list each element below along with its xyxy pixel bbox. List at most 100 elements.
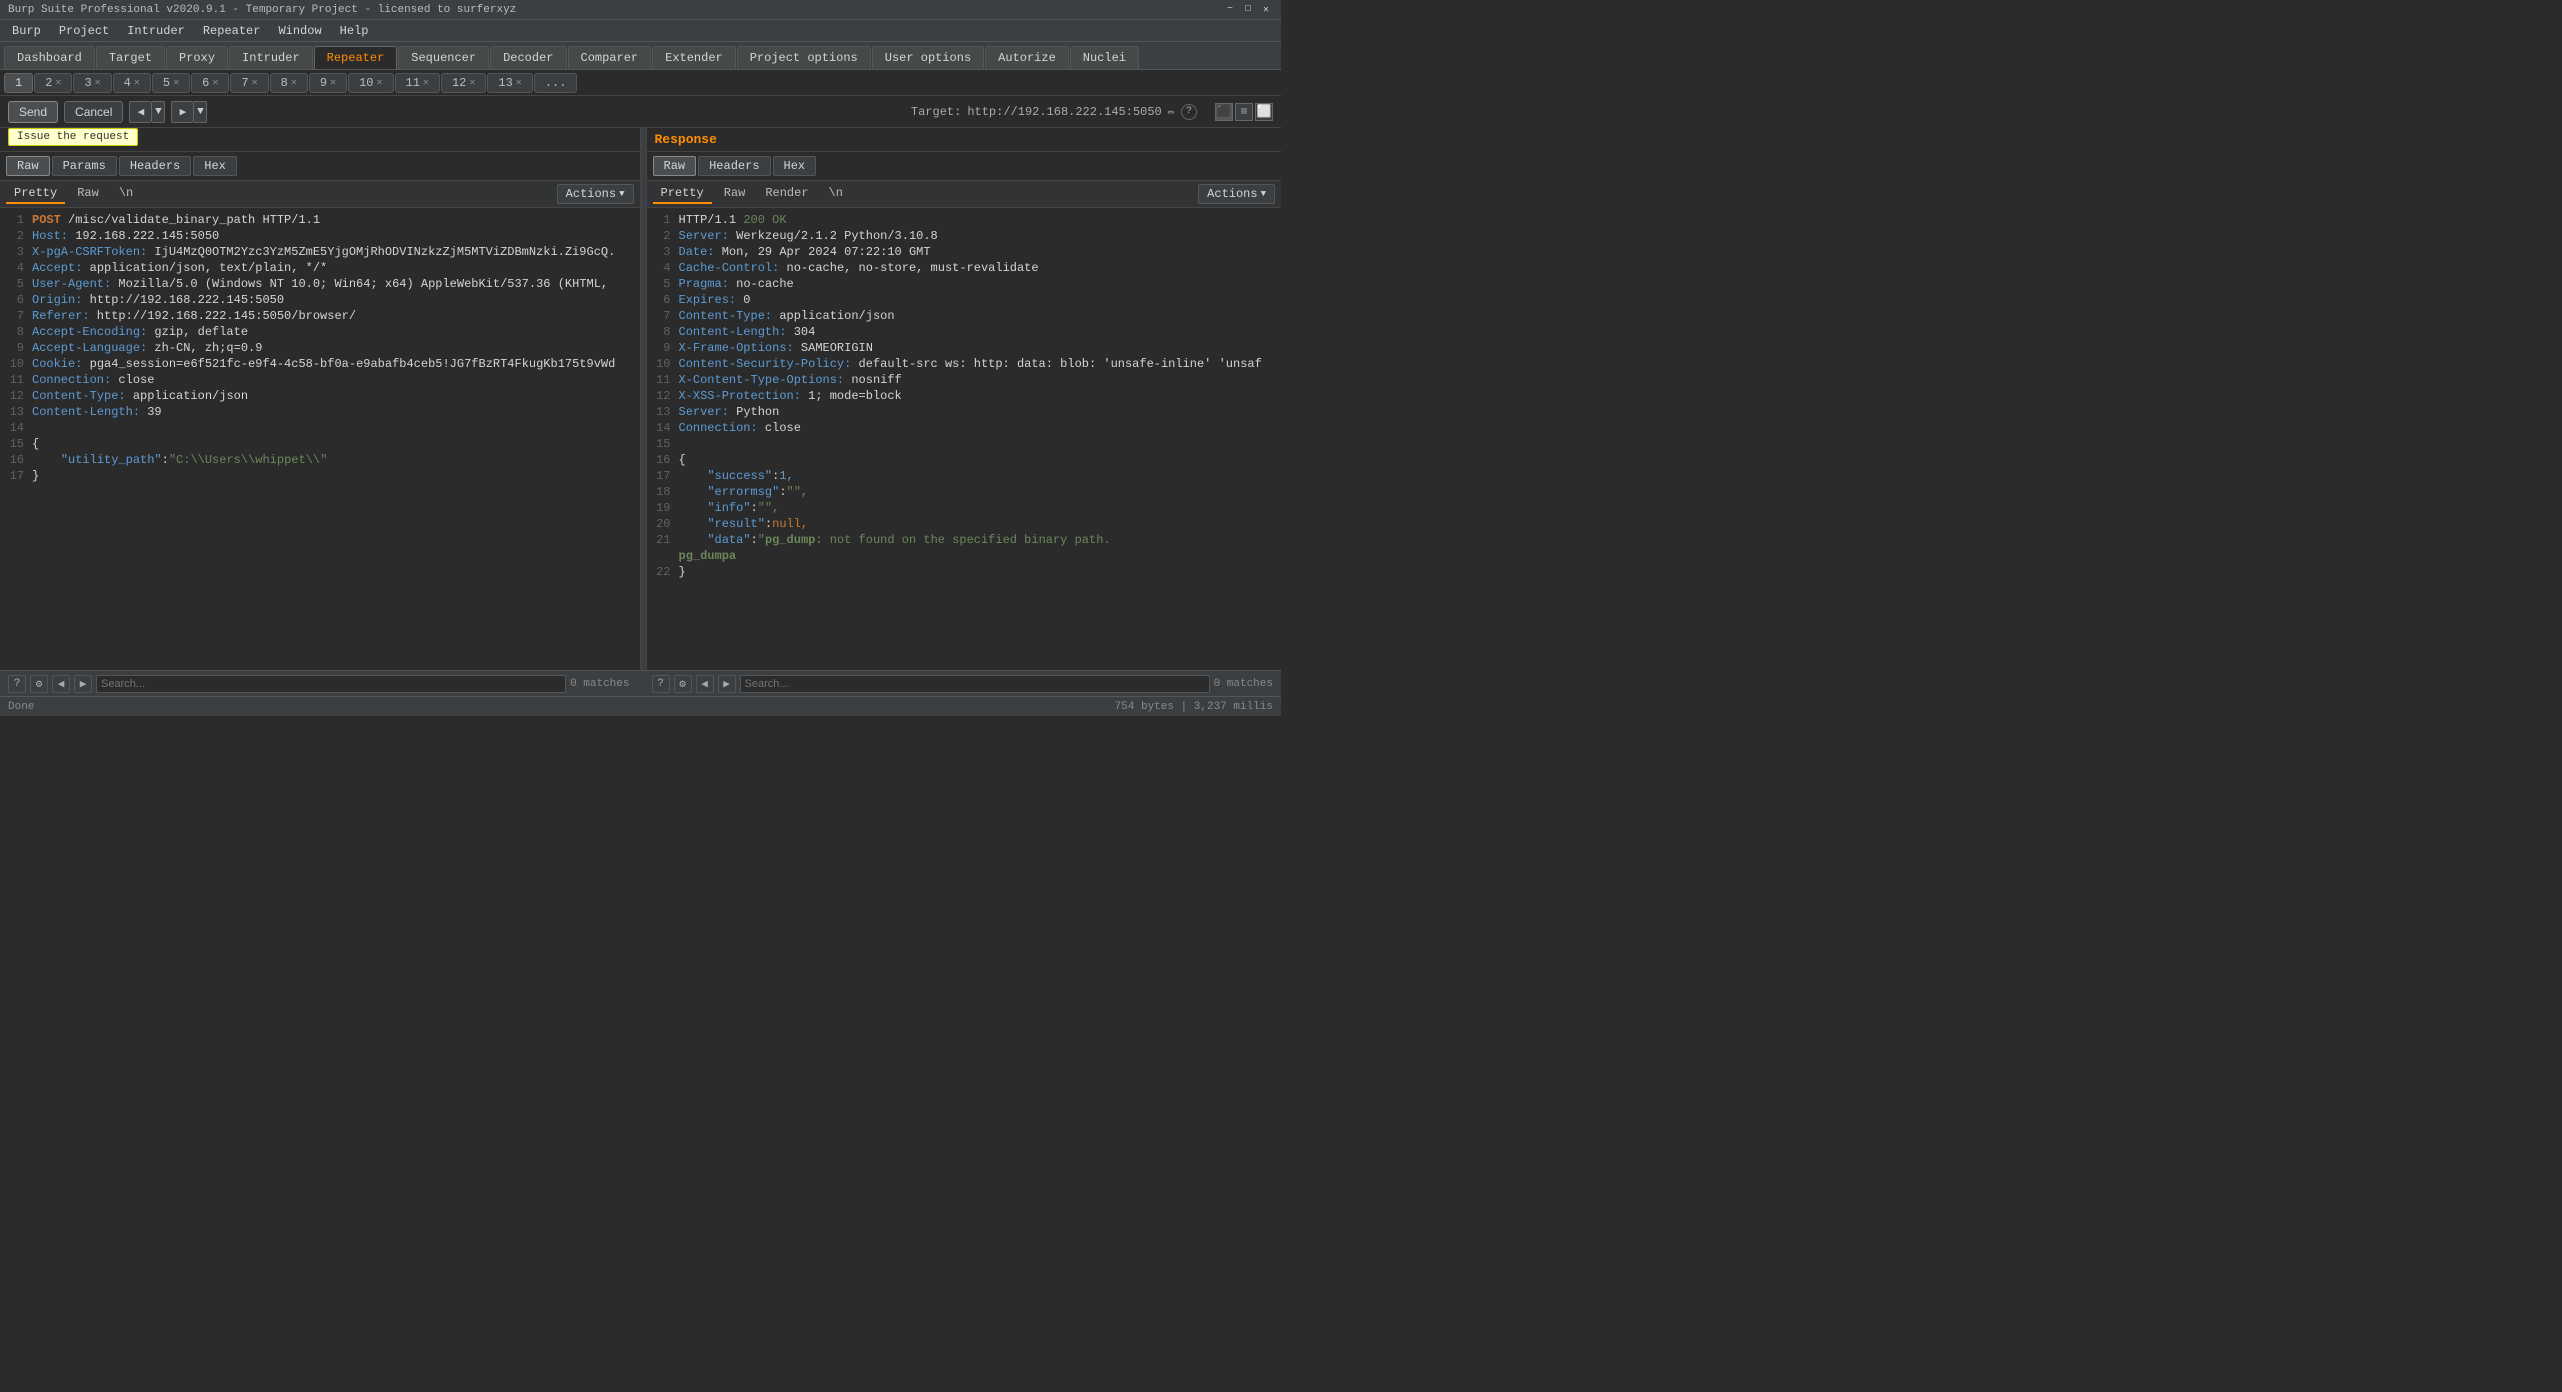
edit-target-icon[interactable]: ✏ <box>1168 104 1175 119</box>
menu-item-project[interactable]: Project <box>51 22 117 40</box>
repeater-tab-8[interactable]: 8 ✕ <box>270 73 308 93</box>
repeater-tab-4[interactable]: 4 ✕ <box>113 73 151 93</box>
nav-tab-project-options[interactable]: Project options <box>737 46 871 69</box>
header-value: default-src ws: http: data: blob: 'unsaf… <box>851 357 1261 371</box>
request-nav-back-icon[interactable]: ◀ <box>52 675 70 693</box>
format-tab-raw[interactable]: Raw <box>6 156 50 176</box>
menu-item-intruder[interactable]: Intruder <box>119 22 193 40</box>
nav-back-button[interactable]: ◀ <box>129 101 151 123</box>
response-code-area[interactable]: 1HTTP/1.1 200 OK2Server: Werkzeug/2.1.2 … <box>647 208 1282 670</box>
repeater-tab-11[interactable]: 11 ✕ <box>395 73 440 93</box>
nav-tab-proxy[interactable]: Proxy <box>166 46 228 69</box>
request-help-icon[interactable]: ? <box>8 675 26 693</box>
request-code-area[interactable]: 1POST /misc/validate_binary_path HTTP/1.… <box>0 208 640 670</box>
nav-tab-sequencer[interactable]: Sequencer <box>398 46 489 69</box>
close-button[interactable]: ✕ <box>1259 3 1273 17</box>
editor-tab-pretty[interactable]: Pretty <box>6 184 65 204</box>
format-tab-hex[interactable]: Hex <box>773 156 817 176</box>
code-line: 9Accept-Language: zh-CN, zh;q=0.9 <box>0 340 640 356</box>
format-tab-headers[interactable]: Headers <box>119 156 191 176</box>
header-name: Content-Length: <box>679 325 787 339</box>
request-settings-icon[interactable]: ⚙ <box>30 675 48 693</box>
nav-tab-dashboard[interactable]: Dashboard <box>4 46 95 69</box>
help-icon[interactable]: ? <box>1181 104 1197 120</box>
layout-horizontal-icon[interactable]: ≡ <box>1235 103 1253 121</box>
format-tab-hex[interactable]: Hex <box>193 156 237 176</box>
editor-tab-raw[interactable]: Raw <box>716 184 754 204</box>
layout-vertical-icon[interactable]: ⬜ <box>1255 103 1273 121</box>
menu-item-burp[interactable]: Burp <box>4 22 49 40</box>
editor-tab-n[interactable]: \n <box>111 184 141 204</box>
nav-tab-repeater[interactable]: Repeater <box>314 46 398 69</box>
editor-tab-pretty[interactable]: Pretty <box>653 184 712 204</box>
repeater-tab-5[interactable]: 5 ✕ <box>152 73 190 93</box>
layout-split-icon[interactable]: ⬛ <box>1215 103 1233 121</box>
nav-tab-user-options[interactable]: User options <box>872 46 984 69</box>
response-help-icon[interactable]: ? <box>652 675 670 693</box>
nav-tab-comparer[interactable]: Comparer <box>568 46 652 69</box>
response-settings-icon[interactable]: ⚙ <box>674 675 692 693</box>
line-number: 2 <box>647 228 679 244</box>
menu-item-repeater[interactable]: Repeater <box>195 22 269 40</box>
repeater-tab-7[interactable]: 7 ✕ <box>230 73 268 93</box>
header-name: Content-Type: <box>32 389 126 403</box>
nav-tab-intruder[interactable]: Intruder <box>229 46 313 69</box>
tab-close-icon[interactable]: ✕ <box>516 77 522 89</box>
response-nav-forward-icon[interactable]: ▶ <box>718 675 736 693</box>
menu-item-help[interactable]: Help <box>332 22 377 40</box>
editor-tab-render[interactable]: Render <box>757 184 816 204</box>
request-search-input[interactable] <box>96 675 566 693</box>
header-value: IjU4MzQ0OTM2Yzc3YzM5ZmE5YjgOMjRhODVINzkz… <box>147 245 615 259</box>
response-nav-back-icon[interactable]: ◀ <box>696 675 714 693</box>
maximize-button[interactable]: □ <box>1241 3 1255 17</box>
repeater-tab-12[interactable]: 12 ✕ <box>441 73 486 93</box>
repeater-tab-6[interactable]: 6 ✕ <box>191 73 229 93</box>
format-tab-raw[interactable]: Raw <box>653 156 697 176</box>
response-search-input[interactable] <box>740 675 1210 693</box>
repeater-tab-9[interactable]: 9 ✕ <box>309 73 347 93</box>
tab-close-icon[interactable]: ✕ <box>423 77 429 89</box>
tab-close-icon[interactable]: ✕ <box>330 77 336 89</box>
nav-tab-target[interactable]: Target <box>96 46 165 69</box>
nav-forward-button[interactable]: ▶ <box>171 101 193 123</box>
format-tab-params[interactable]: Params <box>52 156 117 176</box>
tab-close-icon[interactable]: ✕ <box>252 77 258 89</box>
menu-item-window[interactable]: Window <box>270 22 329 40</box>
repeater-tab-3[interactable]: 3 ✕ <box>73 73 111 93</box>
repeater-tab-13[interactable]: 13 ✕ <box>487 73 532 93</box>
minimize-button[interactable]: − <box>1223 3 1237 17</box>
nav-back-arrow-button[interactable]: ▼ <box>151 101 165 123</box>
tab-close-icon[interactable]: ✕ <box>212 77 218 89</box>
header-name: X-XSS-Protection: <box>679 389 801 403</box>
tab-close-icon[interactable]: ✕ <box>291 77 297 89</box>
tab-close-icon[interactable]: ✕ <box>55 77 61 89</box>
response-matches: 0 matches <box>1214 678 1273 690</box>
editor-tab-n[interactable]: \n <box>821 184 851 204</box>
send-button[interactable]: Send <box>8 101 58 123</box>
nav-tab-decoder[interactable]: Decoder <box>490 46 566 69</box>
editor-tab-raw[interactable]: Raw <box>69 184 107 204</box>
nav-tab-autorize[interactable]: Autorize <box>985 46 1069 69</box>
tab-close-icon[interactable]: ✕ <box>376 77 382 89</box>
cancel-button[interactable]: Cancel <box>64 101 123 123</box>
json-key: "data" <box>707 533 750 547</box>
repeater-tab-...[interactable]: ... <box>534 73 578 93</box>
tab-close-icon[interactable]: ✕ <box>173 77 179 89</box>
code-line: 4Cache-Control: no-cache, no-store, must… <box>647 260 1282 276</box>
actions-button[interactable]: Actions▼ <box>1198 184 1275 204</box>
format-tab-headers[interactable]: Headers <box>698 156 770 176</box>
json-key: "errormsg" <box>707 485 779 499</box>
line-number: 12 <box>0 388 32 404</box>
repeater-tab-2[interactable]: 2 ✕ <box>34 73 72 93</box>
tab-close-icon[interactable]: ✕ <box>134 77 140 89</box>
repeater-tab-10[interactable]: 10 ✕ <box>348 73 393 93</box>
repeater-tab-1[interactable]: 1 <box>4 73 33 93</box>
tab-close-icon[interactable]: ✕ <box>469 77 475 89</box>
header-name: X-Frame-Options: <box>679 341 794 355</box>
nav-forward-arrow-button[interactable]: ▼ <box>193 101 207 123</box>
actions-button[interactable]: Actions▼ <box>557 184 634 204</box>
tab-close-icon[interactable]: ✕ <box>95 77 101 89</box>
nav-tab-extender[interactable]: Extender <box>652 46 736 69</box>
nav-tab-nuclei[interactable]: Nuclei <box>1070 46 1139 69</box>
request-nav-forward-icon[interactable]: ▶ <box>74 675 92 693</box>
